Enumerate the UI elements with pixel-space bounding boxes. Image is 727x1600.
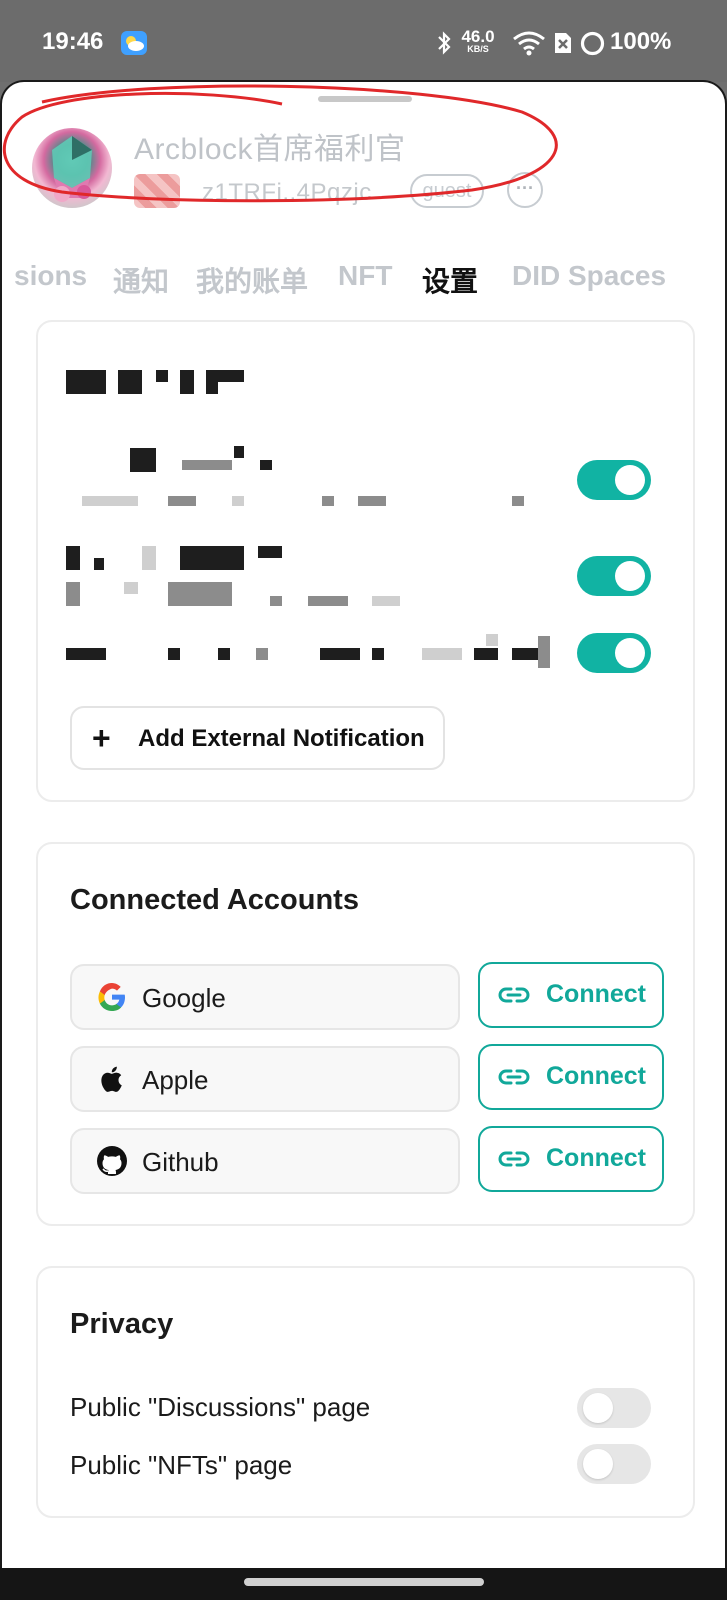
notification-toggle-3[interactable] xyxy=(577,633,651,673)
public-nfts-label: Public "NFTs" page xyxy=(70,1450,293,1480)
notification-settings-card: + Add External Notification xyxy=(36,320,695,802)
tab-notifications[interactable]: 通知 xyxy=(113,260,169,300)
battery-level: 100% xyxy=(610,28,672,55)
apple-label: Apple xyxy=(142,1065,209,1095)
avatar[interactable] xyxy=(32,128,112,208)
home-gesture-handle[interactable] xyxy=(244,1578,484,1586)
google-icon xyxy=(98,983,125,1011)
user-center-sheet: Arcblock首席福利官 z1TRFi..4Pqzjc guest ··· s… xyxy=(0,80,727,1570)
public-discussions-label: Public "Discussions" page xyxy=(70,1392,371,1422)
bluetooth-icon xyxy=(438,31,451,55)
sheet-drag-handle[interactable] xyxy=(318,96,412,102)
did-address[interactable]: z1TRFi..4Pqzjc xyxy=(202,179,372,207)
github-account-row: Github xyxy=(70,1128,460,1194)
privacy-card: Privacy Public "Discussions" page Public… xyxy=(36,1266,695,1518)
privacy-title: Privacy xyxy=(70,1308,174,1340)
plus-icon: + xyxy=(92,720,111,756)
tab-settings[interactable]: 设置 xyxy=(422,260,478,300)
network-speed: 46.0 KB/S xyxy=(458,28,498,54)
role-badge: guest xyxy=(410,174,484,208)
connected-accounts-title: Connected Accounts xyxy=(70,884,359,916)
notification-toggle-1[interactable] xyxy=(577,460,651,500)
more-options-button[interactable]: ··· xyxy=(507,172,543,208)
did-avatar-icon xyxy=(134,174,180,208)
network-speed-value: 46.0 xyxy=(461,27,495,46)
github-label: Github xyxy=(142,1147,219,1177)
public-nfts-toggle[interactable] xyxy=(577,1444,651,1484)
google-connect-button[interactable]: Connect xyxy=(478,962,664,1028)
network-speed-unit: KB/S xyxy=(467,44,489,54)
sim-icon xyxy=(555,33,571,53)
apple-connect-button[interactable]: Connect xyxy=(478,1044,664,1110)
github-connect-button[interactable]: Connect xyxy=(478,1126,664,1192)
google-label: Google xyxy=(142,983,226,1013)
apple-account-row: Apple xyxy=(70,1046,460,1112)
status-bar: 19:46 46.0 KB/S 100% xyxy=(0,0,727,82)
wifi-icon xyxy=(513,31,545,56)
link-icon xyxy=(498,1151,530,1167)
notification-toggle-2[interactable] xyxy=(577,556,651,596)
apple-connect-label: Connect xyxy=(546,1062,646,1090)
weather-icon xyxy=(121,31,147,55)
public-discussions-toggle[interactable] xyxy=(577,1388,651,1428)
profile-name: Arcblock首席福利官 xyxy=(134,133,406,166)
github-connect-label: Connect xyxy=(546,1144,646,1172)
add-external-notification-label: Add External Notification xyxy=(138,725,425,752)
tab-nft[interactable]: NFT xyxy=(338,260,392,292)
google-account-row: Google xyxy=(70,964,460,1030)
link-icon xyxy=(498,1069,530,1085)
link-icon xyxy=(498,987,530,1003)
tab-my-bills[interactable]: 我的账单 xyxy=(196,260,308,300)
status-time: 19:46 xyxy=(42,28,104,55)
avatar-image xyxy=(52,136,92,202)
google-connect-label: Connect xyxy=(546,980,646,1008)
connected-accounts-card: Connected Accounts Google Connect Apple xyxy=(36,842,695,1226)
tab-did-spaces[interactable]: DID Spaces xyxy=(512,260,666,292)
tab-discussions[interactable]: sions xyxy=(14,260,87,292)
system-navigation-bar xyxy=(0,1568,727,1600)
add-external-notification-button[interactable]: + Add External Notification xyxy=(70,706,445,770)
apple-icon xyxy=(101,1066,122,1092)
battery-icon xyxy=(580,31,605,56)
github-icon xyxy=(97,1146,127,1176)
